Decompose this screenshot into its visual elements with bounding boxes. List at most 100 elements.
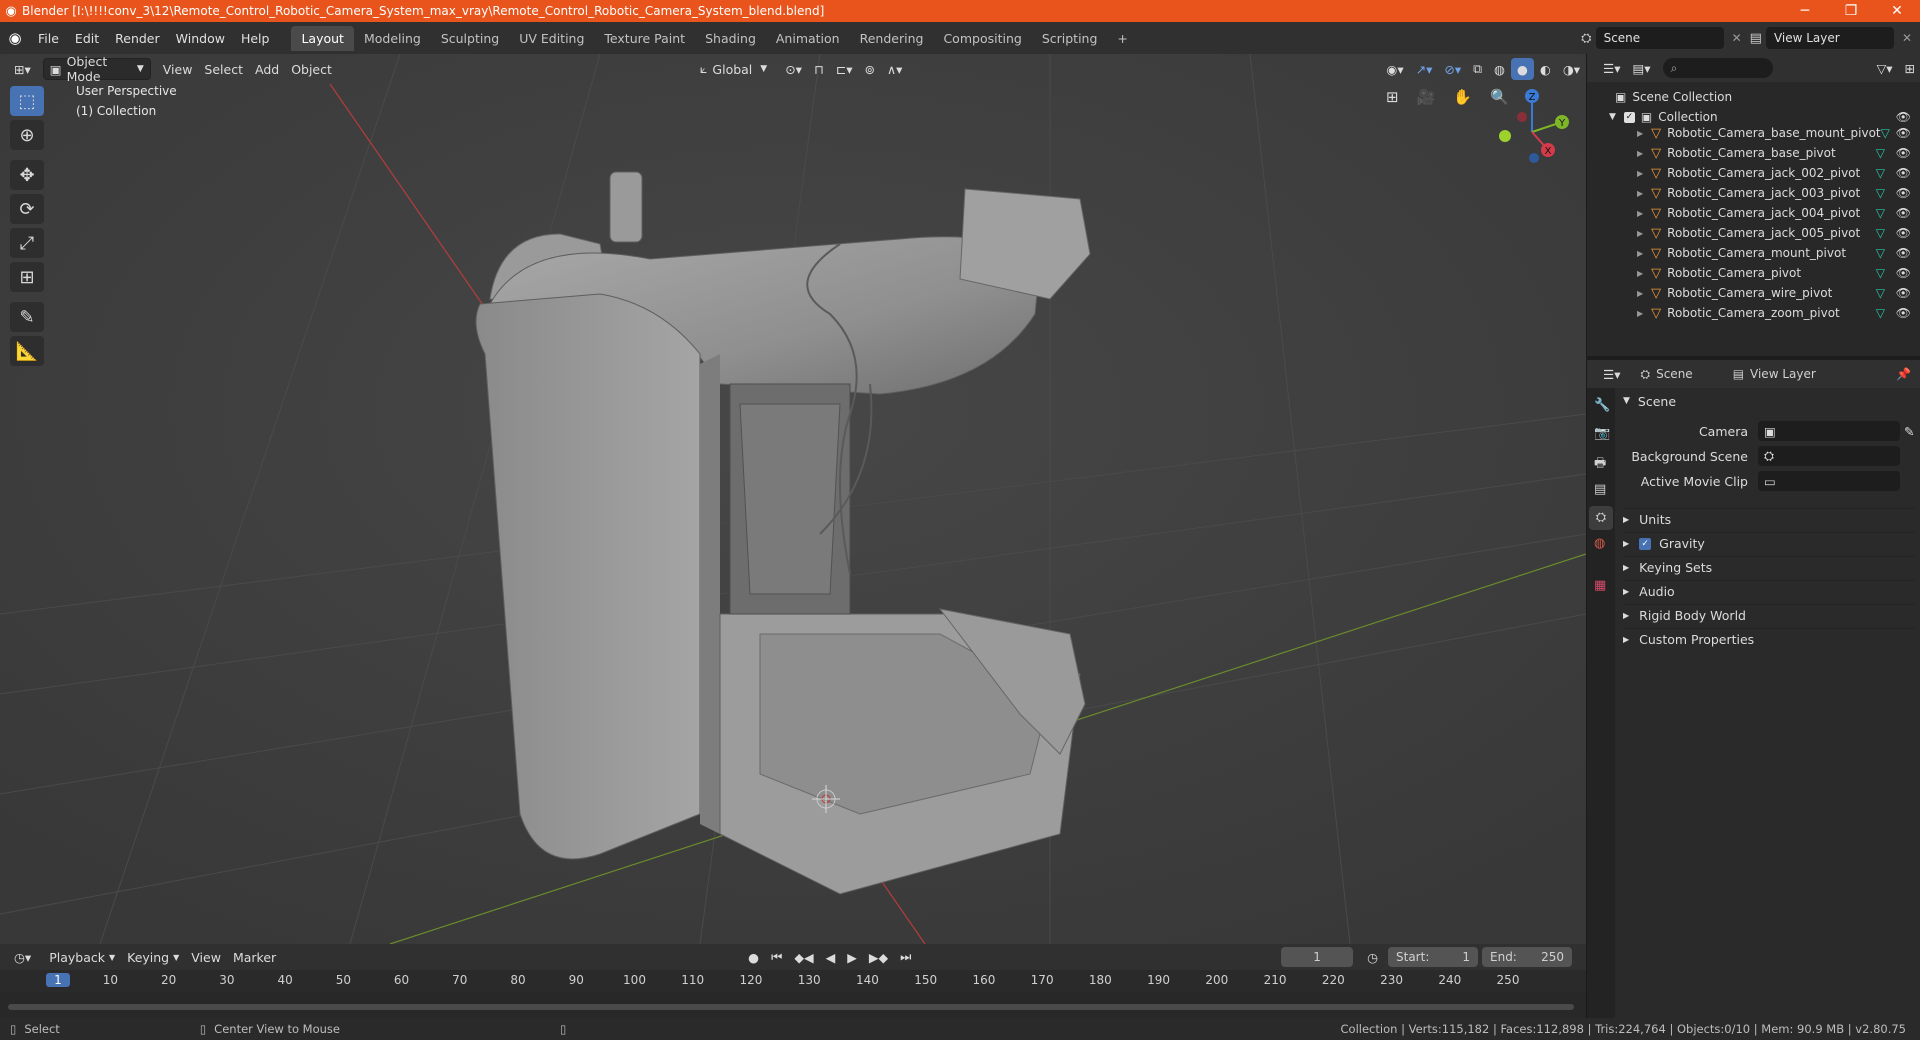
outliner-row-object[interactable]: ▶ ▽ Robotic_Camera_mount_pivot ▽ 👁 (1587, 243, 1920, 263)
eye-icon[interactable]: 👁 (1896, 126, 1911, 140)
eye-icon[interactable]: 👁 (1896, 110, 1911, 124)
output-tab-icon[interactable]: 🖶 (1594, 454, 1606, 476)
xray-icon[interactable]: ⧉ (1467, 58, 1488, 80)
mode-dropdown[interactable]: ▣ Object Mode ▼ (42, 54, 151, 84)
scene-close-icon[interactable]: ✕ (1732, 31, 1742, 45)
eye-icon[interactable]: 👁 (1896, 246, 1911, 260)
jump-end-button[interactable]: ⏭ (894, 946, 917, 968)
start-frame-field[interactable]: Start: 1 (1388, 947, 1478, 967)
tool-tab-icon[interactable]: 🔧 (1594, 398, 1610, 413)
filter-icon[interactable]: ▽▾ (1871, 57, 1899, 79)
texture-tab-icon[interactable]: ▦ (1594, 578, 1606, 593)
tab-animation[interactable]: Animation (766, 26, 850, 51)
material-shading-icon[interactable]: ◐ (1534, 58, 1557, 80)
timeline-view-menu[interactable]: View (185, 946, 227, 968)
select-box-tool[interactable]: ⬚ (10, 86, 44, 116)
proportional-edit-icon[interactable]: ⊚ (858, 58, 880, 80)
tab-compositing[interactable]: Compositing (933, 26, 1031, 51)
current-frame-field[interactable]: 1 (1281, 947, 1354, 967)
gizmo-toggle-icon[interactable]: ↗▾ (1410, 58, 1439, 80)
solid-shading-icon[interactable]: ● (1510, 58, 1534, 80)
properties-editor-icon[interactable]: ☰▾ (1597, 363, 1626, 385)
scene-field[interactable]: Scene (1595, 27, 1724, 49)
expand-arrow-icon[interactable]: ▶ (1637, 209, 1643, 218)
play-reverse-button[interactable]: ◀ (820, 946, 842, 968)
outliner-editor-icon[interactable]: ☰▾ (1597, 57, 1626, 79)
toggle-camera-view-icon[interactable]: ⊞ (1380, 86, 1405, 108)
cursor-tool[interactable]: ⊕ (10, 120, 44, 150)
viewport-menu-add[interactable]: Add (249, 58, 285, 80)
scene-section-header[interactable]: ▼ Scene (1623, 390, 1915, 412)
editor-type-icon[interactable]: ⊞▾ (8, 58, 37, 80)
end-frame-field[interactable]: End: 250 (1482, 947, 1572, 967)
move-tool[interactable]: ✥ (10, 160, 44, 190)
rigid-body-world-panel[interactable]: ▶ Rigid Body World (1623, 604, 1915, 626)
tab-scripting[interactable]: Scripting (1032, 26, 1108, 51)
audio-panel[interactable]: ▶ Audio (1623, 580, 1915, 602)
timeline-scrollbar[interactable] (8, 1004, 1574, 1010)
camera-view-icon[interactable]: 🎥 (1411, 86, 1442, 108)
eyedropper-icon[interactable]: ✎ (1904, 424, 1914, 439)
record-button[interactable]: ● (742, 946, 765, 968)
navigation-gizmo[interactable]: Z Y X (1490, 84, 1570, 164)
outliner-row-object[interactable]: ▶ ▽ Robotic_Camera_jack_005_pivot ▽ 👁 (1587, 223, 1920, 243)
playback-menu[interactable]: Playback ▼ (43, 946, 121, 968)
render-tab-icon[interactable]: 📷 (1594, 426, 1610, 441)
collection-checkbox[interactable]: ✓ (1623, 111, 1635, 123)
scale-tool[interactable]: ⤢ (10, 228, 44, 258)
minimize-button[interactable]: ─ (1782, 3, 1828, 19)
play-button[interactable]: ▶ (841, 946, 863, 968)
menu-window[interactable]: Window (168, 31, 233, 46)
close-button[interactable]: ✕ (1874, 3, 1920, 19)
viewlayer-close-icon[interactable]: ✕ (1902, 31, 1912, 45)
camera-field[interactable]: ▣ (1758, 421, 1900, 441)
orientation-dropdown[interactable]: ⟀ Global ▼ (694, 58, 773, 80)
blender-menu-icon[interactable]: ◉ (0, 29, 30, 47)
3d-viewport[interactable]: ⊞▾ ▣ Object Mode ▼ View Select Add Objec… (0, 54, 1586, 944)
tab-modeling[interactable]: Modeling (354, 26, 431, 51)
outliner-row-object[interactable]: ▶ ▽ Robotic_Camera_wire_pivot ▽ 👁 (1587, 283, 1920, 303)
tab-rendering[interactable]: Rendering (850, 26, 934, 51)
snap-target-icon[interactable]: ⊏▾ (830, 58, 859, 80)
transform-tool[interactable]: ⊞ (10, 262, 44, 292)
menu-file[interactable]: File (30, 31, 67, 46)
frame-ruler[interactable]: 1 10 20 30 40 50 60 70 80 90 100 110 120 130 140 150 160… (0, 970, 1586, 992)
pin-icon[interactable]: 📌 (1896, 367, 1911, 381)
scene-tab-icon[interactable]: ⛭ (1589, 506, 1613, 530)
pivot-point-icon[interactable]: ⊙▾ (779, 58, 808, 80)
timeline-editor-icon[interactable]: ◷▾ (8, 946, 37, 968)
outliner-row-object[interactable]: ▶ ▽ Robotic_Camera_jack_002_pivot ▽ 👁 (1587, 163, 1920, 183)
maximize-button[interactable]: ❐ (1828, 3, 1874, 19)
tab-texture-paint[interactable]: Texture Paint (594, 26, 695, 51)
eye-icon[interactable]: 👁 (1896, 206, 1911, 220)
scene-selector-icon[interactable]: ⛭ (1581, 31, 1591, 46)
tab-sculpting[interactable]: Sculpting (431, 26, 509, 51)
display-mode-icon[interactable]: ▤▾ (1626, 57, 1656, 79)
outliner-row-scene-collection[interactable]: ▣ Scene Collection (1587, 87, 1920, 107)
eye-icon[interactable]: 👁 (1896, 226, 1911, 240)
outliner-row-object[interactable]: ▶ ▽ Robotic_Camera_jack_004_pivot ▽ 👁 (1587, 203, 1920, 223)
measure-tool[interactable]: 📐 (10, 336, 44, 366)
viewlayer-icon[interactable]: ▤ (1750, 31, 1762, 46)
eye-icon[interactable]: 👁 (1896, 266, 1911, 280)
outliner-row-object[interactable]: ▶ ▽ Robotic_Camera_pivot ▽ 👁 (1587, 263, 1920, 283)
new-collection-icon[interactable]: ⊞ (1899, 57, 1920, 79)
collapse-arrow-icon[interactable]: ▼ (1609, 112, 1616, 122)
expand-arrow-icon[interactable]: ▶ (1637, 189, 1643, 198)
viewlayer-tab-icon[interactable]: ▤ (1594, 482, 1606, 497)
timeline-marker-menu[interactable]: Marker (227, 946, 282, 968)
keying-sets-panel[interactable]: ▶ Keying Sets (1623, 556, 1915, 578)
custom-properties-panel[interactable]: ▶ Custom Properties (1623, 628, 1915, 650)
overlay-toggle-icon[interactable]: ⊘▾ (1438, 58, 1467, 80)
world-tab-icon[interactable]: ◍ (1594, 536, 1605, 551)
expand-arrow-icon[interactable]: ▶ (1637, 169, 1643, 178)
wireframe-shading-icon[interactable]: ◍ (1488, 58, 1511, 80)
viewport-menu-view[interactable]: View (157, 58, 199, 80)
tab-uv-editing[interactable]: UV Editing (509, 26, 594, 51)
snap-icon[interactable]: ⊓ (808, 58, 830, 80)
eye-icon[interactable]: 👁 (1896, 166, 1911, 180)
expand-arrow-icon[interactable]: ▶ (1637, 129, 1643, 138)
eye-icon[interactable]: 👁 (1896, 186, 1911, 200)
menu-render[interactable]: Render (107, 31, 168, 46)
eye-icon[interactable]: 👁 (1896, 286, 1911, 300)
